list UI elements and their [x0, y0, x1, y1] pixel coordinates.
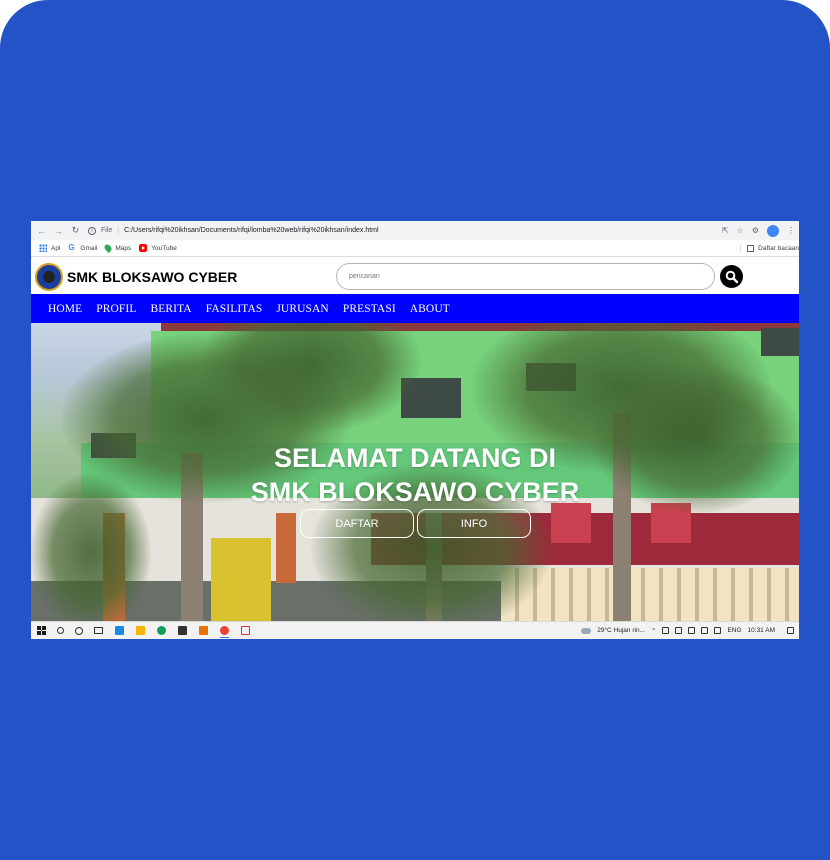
- bookmark-label: YouTube: [151, 244, 177, 252]
- network-icon[interactable]: [662, 627, 670, 634]
- hero-title: SELAMAT DATANG DI SMK BLOKSAWO CYBER: [31, 441, 799, 509]
- notifications-icon[interactable]: [787, 627, 794, 634]
- clock[interactable]: 10:31 AM: [748, 627, 775, 634]
- chrome-icon[interactable]: [220, 626, 229, 638]
- bookmark-maps[interactable]: Maps: [103, 243, 132, 253]
- nav-about[interactable]: ABOUT: [410, 303, 450, 315]
- search-input[interactable]: pencarian: [336, 263, 715, 290]
- language-indicator[interactable]: ENG: [727, 627, 741, 634]
- windows-taskbar: 29°C Hujan rin... ⌃ ENG 10:31 AM: [31, 621, 799, 639]
- search-button[interactable]: [720, 265, 743, 288]
- forward-icon[interactable]: →: [52, 224, 65, 237]
- bookmarks-bar: Apl G Gmail Maps YouTube Daftar bacaan: [31, 240, 799, 257]
- nav-jurusan[interactable]: JURUSAN: [276, 303, 328, 315]
- hero-title-line2: SMK BLOKSAWO CYBER: [250, 477, 580, 507]
- mail-icon[interactable]: [115, 626, 124, 635]
- bookmark-gmail[interactable]: G Gmail: [68, 244, 97, 252]
- reading-list[interactable]: Daftar bacaan: [740, 244, 799, 252]
- app-icon[interactable]: [178, 626, 187, 635]
- battery-icon[interactable]: [714, 627, 722, 634]
- separator: |: [117, 227, 120, 234]
- back-icon[interactable]: ←: [35, 224, 48, 237]
- file-label: File: [101, 227, 113, 234]
- star-icon[interactable]: ☆: [737, 226, 744, 235]
- bookmark-label: Maps: [115, 244, 132, 252]
- school-logo[interactable]: [35, 263, 63, 291]
- chevron-up-icon[interactable]: ⌃: [651, 627, 656, 635]
- hero-title-line1: SELAMAT DATANG DI: [274, 443, 556, 473]
- onedrive-icon[interactable]: [675, 627, 683, 634]
- site-header: SMK BLOKSAWO CYBER pencarian: [31, 258, 799, 294]
- info-icon[interactable]: i: [88, 226, 96, 235]
- bookmark-label: Apl: [51, 244, 61, 252]
- weather-icon: [581, 627, 592, 634]
- bookmark-label: Gmail: [80, 244, 98, 252]
- screenshot: ← → ↻ i File | C:/Users/rifqi%20ikhsan/D…: [31, 221, 799, 639]
- reading-list-label: Daftar bacaan: [758, 244, 799, 252]
- extensions-icon[interactable]: ⚙: [752, 226, 759, 235]
- volume-icon[interactable]: [701, 627, 709, 634]
- search-icon: [725, 270, 738, 283]
- url-text[interactable]: C:/Users/rifqi%20ikhsan/Documents/rifqi/…: [124, 227, 378, 234]
- reading-list-icon: [747, 244, 755, 252]
- info-button[interactable]: INFO: [417, 509, 531, 538]
- site-title: SMK BLOKSAWO CYBER: [67, 269, 238, 285]
- main-nav: HOME PROFIL BERITA FASILITAS JURUSAN PRE…: [31, 294, 799, 323]
- bookmark-youtube[interactable]: YouTube: [139, 244, 177, 252]
- weather-text[interactable]: 29°C Hujan rin...: [597, 627, 645, 634]
- nav-home[interactable]: HOME: [48, 303, 82, 315]
- browser-actions: ⇱ ☆ ⚙ ⋮: [722, 224, 795, 237]
- search-icon[interactable]: [57, 627, 64, 634]
- reload-icon[interactable]: ↻: [69, 224, 82, 237]
- edge-icon[interactable]: [157, 626, 166, 635]
- daftar-button[interactable]: DAFTAR: [300, 509, 414, 538]
- youtube-icon: [139, 244, 148, 252]
- address-bar[interactable]: i File | C:/Users/rifqi%20ikhsan/Documen…: [88, 224, 722, 238]
- hero-banner: SELAMAT DATANG DI SMK BLOKSAWO CYBER DAF…: [31, 323, 799, 621]
- browser-toolbar: ← → ↻ i File | C:/Users/rifqi%20ikhsan/D…: [31, 221, 799, 240]
- wifi-icon[interactable]: [688, 627, 696, 634]
- menu-icon[interactable]: ⋮: [787, 226, 795, 235]
- gmail-icon: G: [68, 243, 75, 252]
- profile-avatar[interactable]: [767, 224, 779, 237]
- share-icon[interactable]: ⇱: [722, 226, 729, 235]
- nav-berita[interactable]: BERITA: [151, 303, 192, 315]
- windows-start-icon[interactable]: [37, 626, 46, 635]
- bookmark-apps[interactable]: Apl: [39, 244, 60, 252]
- search-placeholder: pencarian: [349, 273, 380, 280]
- office-icon[interactable]: [199, 626, 208, 635]
- file-explorer-icon[interactable]: [136, 626, 145, 635]
- apps-icon: [39, 244, 47, 252]
- maps-icon: [103, 243, 114, 253]
- nav-fasilitas[interactable]: FASILITAS: [206, 303, 263, 315]
- system-tray: 29°C Hujan rin... ⌃ ENG 10:31 AM: [581, 627, 794, 635]
- pdf-icon[interactable]: [241, 626, 250, 635]
- cortana-icon[interactable]: [75, 626, 83, 635]
- nav-prestasi[interactable]: PRESTASI: [343, 303, 396, 315]
- nav-profil[interactable]: PROFIL: [96, 303, 136, 315]
- task-view-icon[interactable]: [94, 627, 103, 634]
